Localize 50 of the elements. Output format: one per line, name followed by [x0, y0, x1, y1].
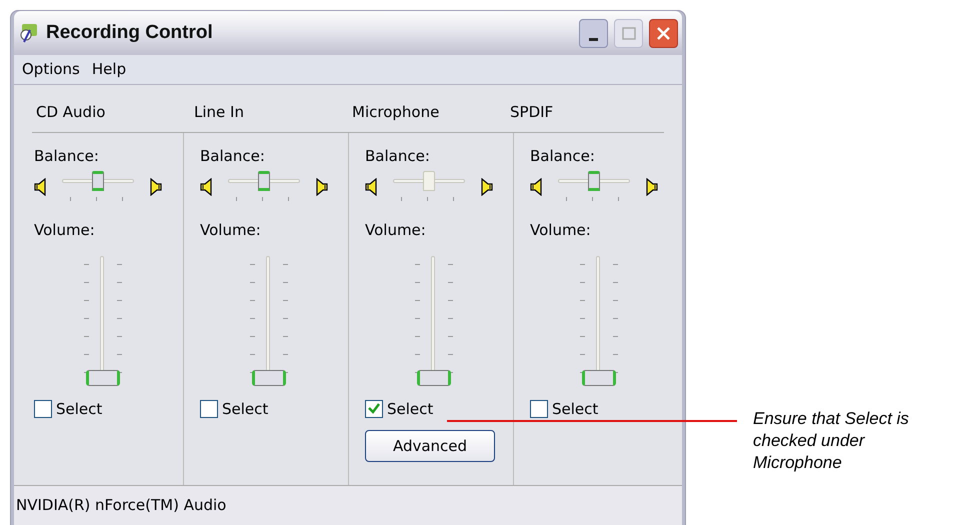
- volume-label: Volume:: [365, 220, 427, 241]
- checkmark-icon: [368, 403, 380, 414]
- volume-label: Volume:: [200, 220, 262, 241]
- minimize-button[interactable]: [579, 18, 608, 48]
- volume-label: Volume:: [530, 220, 592, 241]
- speaker-icon: [479, 178, 493, 196]
- window-title: Recording Control: [46, 20, 214, 45]
- slider-thumb[interactable]: [423, 171, 435, 191]
- speaker-icon: [34, 178, 48, 196]
- channel-name: Line In: [193, 102, 245, 123]
- slider-thumb[interactable]: [417, 370, 451, 386]
- checkbox[interactable]: [34, 400, 52, 418]
- channel-name: CD Audio: [35, 102, 106, 123]
- slider-thumb[interactable]: [92, 171, 104, 191]
- speaker-icon: [530, 178, 544, 196]
- balance-label: Balance:: [365, 146, 431, 166]
- menu-item[interactable]: Options: [18, 58, 84, 81]
- status-text: NVIDIA(R) nForce(TM) Audio: [16, 496, 226, 514]
- slider-thumb[interactable]: [582, 370, 616, 386]
- balance-label: Balance:: [530, 146, 596, 166]
- channel-name: SPDIF: [509, 102, 554, 123]
- select-checkbox[interactable]: Select: [200, 398, 268, 420]
- close-icon: [656, 26, 671, 40]
- select-checkbox[interactable]: Select: [365, 398, 434, 420]
- checkbox[interactable]: [530, 400, 548, 418]
- checkbox[interactable]: [200, 400, 218, 418]
- select-checkbox[interactable]: Select: [530, 398, 598, 420]
- close-button[interactable]: [649, 18, 678, 48]
- annotation-text: Ensure that Select is checked under Microphone: [753, 408, 910, 474]
- advanced-button[interactable]: Advanced: [365, 430, 495, 462]
- channel-name: Microphone: [351, 102, 440, 123]
- slider-thumb[interactable]: [588, 171, 600, 191]
- speaker-icon: [314, 178, 328, 196]
- balance-label: Balance:: [200, 146, 266, 166]
- maximize-icon: [622, 26, 636, 40]
- select-checkbox[interactable]: Select: [34, 398, 102, 420]
- minimize-icon: [589, 38, 598, 40]
- speaker-icon: [200, 178, 214, 196]
- maximize-button[interactable]: [614, 18, 643, 48]
- app-icon: [18, 22, 40, 44]
- menu-item[interactable]: Help: [88, 58, 130, 81]
- balance-label: Balance:: [34, 146, 100, 166]
- speaker-icon: [644, 178, 658, 196]
- speaker-icon: [365, 178, 379, 196]
- slider-thumb[interactable]: [258, 171, 270, 191]
- checkbox[interactable]: [365, 400, 383, 418]
- speaker-icon: [148, 178, 162, 196]
- volume-label: Volume:: [34, 220, 96, 241]
- slider-thumb[interactable]: [86, 370, 120, 386]
- slider-thumb[interactable]: [252, 370, 286, 386]
